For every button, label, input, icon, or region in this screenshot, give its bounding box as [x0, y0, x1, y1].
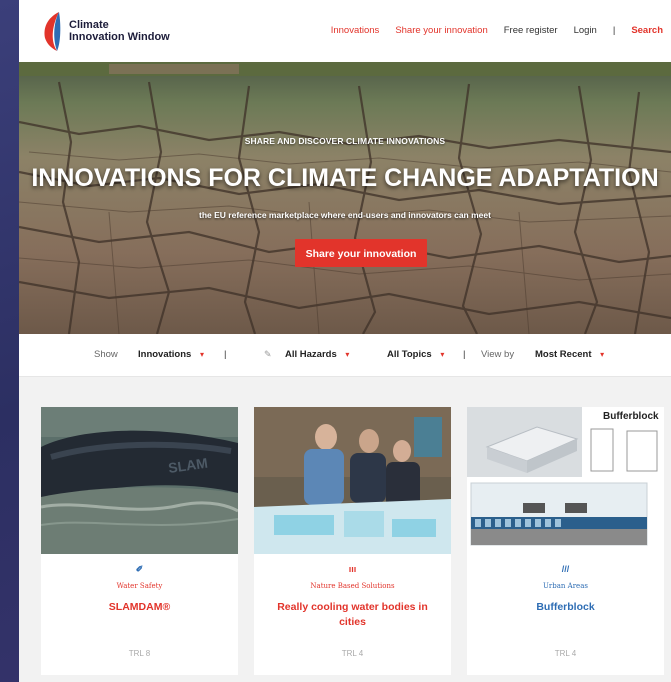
chevron-down-icon: ▾ — [199, 350, 204, 359]
innovation-card[interactable]: SLAM ✐ Water Safety SLAMDAM® TRL 8 — [41, 407, 238, 675]
sort-value: Most Recent — [535, 349, 592, 360]
bufferblock-image: Bufferblock — [467, 407, 664, 554]
viewby-label: View by — [481, 349, 515, 360]
brand-name[interactable]: Climate Innovation Window — [69, 19, 170, 43]
card-trl: TRL 4 — [554, 649, 577, 658]
chevron-down-icon: ▾ — [345, 350, 350, 359]
filter-separator: | — [224, 349, 227, 360]
nav-search-link[interactable]: Search — [631, 25, 663, 36]
card-category: Nature Based Solutions — [310, 582, 395, 590]
hero-banner: SHARE AND DISCOVER CLIMATE INNOVATIONS I… — [19, 62, 671, 334]
filter-bar: Show Innovations ▾ | ✎ All Hazards ▾ All… — [19, 334, 671, 377]
main-nav: Innovations Share your innovation Free r… — [331, 25, 663, 36]
cooling-water-image — [254, 407, 451, 554]
card-title[interactable]: Bufferblock — [477, 600, 654, 615]
page: Climate Innovation Window Innovations Sh… — [19, 0, 671, 682]
hazards-filter-dropdown[interactable]: All Hazards ▾ — [285, 349, 349, 360]
card-title[interactable]: Really cooling water bodies in cities — [264, 600, 441, 630]
hero-title: INNOVATIONS FOR CLIMATE CHANGE ADAPTATIO… — [31, 164, 659, 192]
chevron-down-icon: ▾ — [440, 350, 445, 359]
nav-separator: | — [612, 25, 616, 36]
nav-register-link[interactable]: Free register — [504, 25, 558, 36]
filter-separator: | — [463, 349, 466, 360]
type-filter-value: Innovations — [138, 349, 192, 360]
innovation-cards: SLAM ✐ Water Safety SLAMDAM® TRL 8 ııı N… — [19, 377, 671, 682]
site-header: Climate Innovation Window Innovations Sh… — [19, 0, 671, 62]
topics-filter-value: All Topics — [387, 349, 432, 360]
nav-share-link[interactable]: Share your innovation — [395, 25, 487, 36]
hero-kicker: SHARE AND DISCOVER CLIMATE INNOVATIONS — [244, 136, 446, 146]
hero-subtitle: the EU reference marketplace where end-u… — [199, 210, 491, 220]
innovation-card[interactable]: ııı Nature Based Solutions Really coolin… — [254, 407, 451, 675]
card-category: Water Safety — [116, 582, 163, 590]
slamdam-image: SLAM — [41, 407, 238, 554]
cracked-earth-image — [19, 62, 671, 334]
innovation-card[interactable]: Bufferblock /// Urban Areas Bufferblock … — [467, 407, 664, 675]
urban-areas-icon: /// — [561, 564, 570, 574]
topics-filter-dropdown[interactable]: All Topics ▾ — [387, 349, 444, 360]
nav-login-link[interactable]: Login — [574, 25, 597, 36]
chevron-down-icon: ▾ — [600, 350, 605, 359]
bufferblock-image-label: Bufferblock — [603, 411, 659, 422]
brand-line-2: Innovation Window — [69, 31, 170, 43]
show-label: Show — [94, 349, 118, 360]
nature-based-icon: ııı — [348, 564, 357, 574]
hazard-pencil-icon: ✎ — [264, 349, 272, 359]
type-filter-dropdown[interactable]: Innovations ▾ — [138, 349, 204, 360]
hazards-filter-value: All Hazards — [285, 349, 337, 360]
brand-line-1: Climate — [69, 19, 109, 31]
card-category: Urban Areas — [543, 582, 588, 590]
card-trl: TRL 4 — [341, 649, 364, 658]
sort-dropdown[interactable]: Most Recent ▾ — [535, 349, 604, 360]
card-trl: TRL 8 — [128, 649, 151, 658]
share-innovation-button[interactable]: Share your innovation — [295, 239, 427, 267]
nav-innovations-link[interactable]: Innovations — [331, 25, 380, 36]
water-safety-icon: ✐ — [135, 564, 144, 574]
card-title[interactable]: SLAMDAM® — [51, 600, 228, 615]
climate-logo-icon[interactable] — [41, 10, 61, 52]
